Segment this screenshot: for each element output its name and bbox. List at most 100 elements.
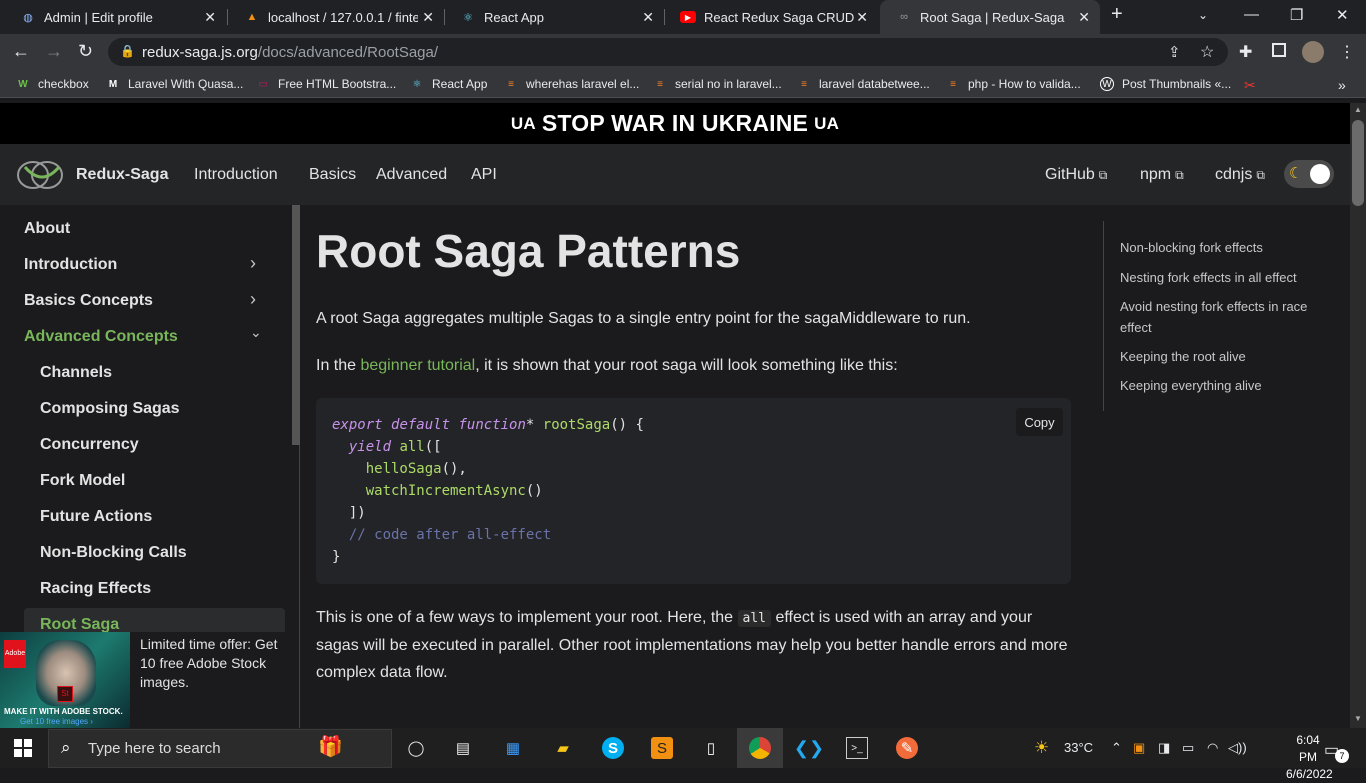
store-icon[interactable]: ▦ [502, 737, 524, 759]
bookmark-checkbox[interactable]: Wcheckbox [16, 77, 88, 91]
search-placeholder[interactable]: Type here to search [88, 740, 221, 757]
nav-advanced[interactable]: Advanced [376, 166, 447, 184]
terminal-icon[interactable]: >_ [846, 737, 868, 759]
toc-item[interactable]: Avoid nesting fork effects in race effec… [1120, 296, 1310, 338]
toc-item[interactable]: Nesting fork effects in all effect [1120, 267, 1320, 288]
scroll-down-icon[interactable]: ▼ [1354, 714, 1362, 723]
search-highlight-icon[interactable]: 🎁 [318, 734, 343, 759]
bookmark-post-thumbnails[interactable]: W Post Thumbnails «... [1100, 77, 1231, 91]
url-text[interactable]: redux-saga.js.org/docs/advanced/RootSaga… [142, 44, 438, 61]
extensions-icon[interactable]: ✚ [1239, 42, 1252, 62]
file-explorer-icon[interactable]: ▰ [552, 737, 574, 759]
sidebar-item-non-blocking-calls[interactable]: Non-Blocking Calls [40, 544, 187, 562]
beginner-tutorial-link[interactable]: beginner tutorial [360, 357, 475, 374]
sidebar-toggle-icon[interactable] [1272, 43, 1286, 57]
sidebar-item-future-actions[interactable]: Future Actions [40, 508, 152, 526]
skype-icon[interactable]: S [602, 737, 624, 759]
toc-item[interactable]: Keeping the root alive [1120, 346, 1320, 367]
tab-root-saga[interactable]: ∞ Root Saga | Redux-Saga ✕ [880, 0, 1100, 34]
theme-toggle[interactable]: ☾ [1284, 160, 1334, 188]
bookmark-laravel-databetween[interactable]: ≡ laravel databetwee... [797, 77, 930, 91]
external-link-icon: ⧉ [1175, 168, 1184, 182]
brand-title[interactable]: Redux-Saga [76, 166, 168, 184]
bookmark-label: React App [432, 77, 488, 91]
page-scrollbar-thumb[interactable] [1352, 120, 1364, 206]
tools-icon[interactable]: ✂ [1244, 77, 1256, 94]
weather-icon[interactable]: ☀ [1034, 738, 1049, 758]
reload-icon[interactable]: ↻ [78, 41, 93, 62]
bookmark-wherehas[interactable]: ≡ wherehas laravel el... [504, 77, 639, 91]
meet-now-icon[interactable]: ◨ [1158, 740, 1170, 756]
toc-item[interactable]: Keeping everything alive [1120, 375, 1320, 396]
sidebar-item-channels[interactable]: Channels [40, 364, 112, 382]
close-tab-icon[interactable]: ✕ [856, 9, 868, 26]
close-window-icon[interactable]: ✕ [1336, 6, 1349, 24]
close-tab-icon[interactable]: ✕ [642, 9, 654, 26]
bookmark-label: php - How to valida... [968, 77, 1081, 91]
nav-basics[interactable]: Basics [309, 166, 356, 184]
sidebar-scrollbar[interactable] [292, 205, 300, 445]
sidebar-item-basics[interactable]: Basics Concepts [24, 292, 153, 310]
bookmark-serial-no[interactable]: ≡ serial no in laravel... [653, 77, 782, 91]
restore-icon[interactable]: ❐ [1290, 6, 1303, 24]
sidebar-item-concurrency[interactable]: Concurrency [40, 436, 139, 454]
bookmark-star-icon[interactable]: ☆ [1200, 42, 1214, 62]
vscode-icon[interactable]: ❮❯ [794, 737, 824, 759]
ad-cta-link[interactable]: Get 10 free images › [20, 717, 93, 726]
profile-avatar[interactable] [1302, 41, 1324, 63]
forward-icon[interactable]: → [45, 41, 63, 62]
chrome-icon[interactable] [749, 737, 771, 759]
sidebar-item-racing-effects[interactable]: Racing Effects [40, 580, 151, 598]
scroll-up-icon[interactable]: ▲ [1354, 105, 1362, 114]
bookmark-laravel-quasar[interactable]: M Laravel With Quasa... [106, 77, 244, 91]
tab-react-app[interactable]: ⚛ React App ✕ [444, 0, 664, 34]
tab-admin-edit-profile[interactable]: ◍ Admin | Edit profile ✕ [4, 0, 226, 34]
windows-start-icon[interactable] [14, 739, 32, 757]
nav-npm[interactable]: npm ⧉ [1140, 166, 1184, 184]
close-tab-icon[interactable]: ✕ [422, 9, 434, 26]
ad-text[interactable]: Limited time offer: Get 10 free Adobe St… [140, 635, 290, 692]
new-tab-button[interactable]: + [1111, 3, 1123, 26]
copy-button[interactable]: Copy [1016, 408, 1063, 436]
tab-phpmyadmin[interactable]: ▲ localhost / 127.0.0.1 / fintech ✕ [228, 0, 444, 34]
bookmark-react-app[interactable]: ⚛ React App [410, 77, 488, 91]
lock-icon[interactable]: 🔒 [120, 44, 135, 58]
chevron-right-icon[interactable]: › [250, 289, 256, 310]
more-bookmarks-icon[interactable]: » [1338, 77, 1346, 93]
share-icon[interactable]: ⇪ [1168, 43, 1181, 61]
chevron-right-icon[interactable]: › [250, 253, 256, 274]
nav-cdnjs[interactable]: cdnjs ⧉ [1215, 166, 1265, 184]
task-view-icon[interactable]: ◯ [405, 737, 427, 759]
chevron-down-icon[interactable]: ⌄ [250, 324, 262, 341]
minimize-icon[interactable]: — [1244, 6, 1259, 23]
tab-search-icon[interactable]: ⌄ [1198, 8, 1208, 22]
close-tab-icon[interactable]: ✕ [1078, 9, 1090, 26]
sublime-icon[interactable]: S [651, 737, 673, 759]
redux-saga-logo-icon[interactable] [15, 157, 69, 193]
nav-github[interactable]: GitHub ⧉ [1045, 166, 1107, 184]
sidebar-item-composing-sagas[interactable]: Composing Sagas [40, 400, 180, 418]
notification-count: 7 [1335, 749, 1349, 763]
file-icon[interactable]: ▯ [700, 737, 722, 759]
temperature[interactable]: 33°C [1064, 740, 1093, 755]
bookmark-php-validate[interactable]: ≡ php - How to valida... [946, 77, 1081, 91]
sidebar-item-fork-model[interactable]: Fork Model [40, 472, 125, 490]
battery-icon[interactable]: ▭ [1182, 740, 1194, 756]
sidebar-item-introduction[interactable]: Introduction [24, 256, 117, 274]
bookmark-free-html[interactable]: ▭ Free HTML Bootstra... [256, 77, 396, 91]
nav-introduction[interactable]: Introduction [194, 166, 278, 184]
xampp-icon[interactable]: ▣ [1133, 740, 1145, 756]
close-tab-icon[interactable]: ✕ [204, 9, 216, 26]
widgets-icon[interactable]: ▤ [452, 737, 474, 759]
menu-icon[interactable]: ⋮ [1339, 42, 1355, 62]
sidebar-item-about[interactable]: About [24, 220, 70, 238]
tray-expand-icon[interactable]: ⌃ [1111, 740, 1122, 756]
volume-icon[interactable]: ◁)) [1228, 740, 1247, 756]
toc-item[interactable]: Non-blocking fork effects [1120, 237, 1320, 258]
wifi-icon[interactable]: ◠ [1207, 740, 1218, 756]
tab-youtube[interactable]: ▶ React Redux Saga CRUD App ✕ [664, 0, 878, 34]
postman-icon[interactable]: ✎ [896, 737, 918, 759]
sidebar-item-advanced[interactable]: Advanced Concepts [24, 328, 178, 346]
nav-api[interactable]: API [471, 166, 497, 184]
back-icon[interactable]: ← [12, 41, 30, 62]
